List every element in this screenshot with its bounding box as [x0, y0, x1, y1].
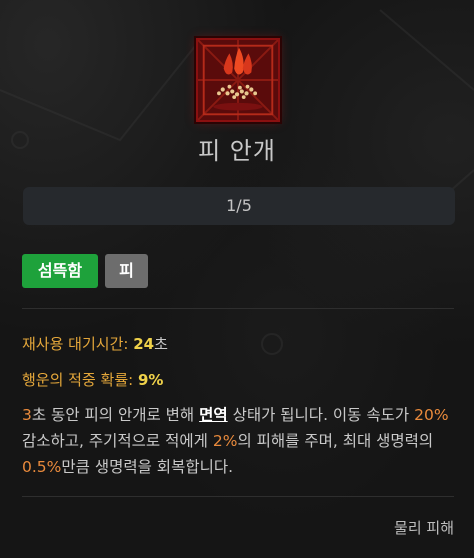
lucky-hit-stat: 행운의 적중 확률: 9% [22, 369, 163, 390]
skill-rank: 1/5 [23, 187, 455, 225]
description-text: 초 동안 피의 안개로 변해 [31, 406, 200, 424]
tag-blood: 피 [105, 254, 148, 288]
blood-mist-icon [198, 40, 278, 120]
description-text: 만큼 생명력을 회복합니다. [61, 458, 234, 476]
cooldown-stat: 재사용 대기시간: 24초 [22, 333, 168, 354]
cooldown-unit: 초 [154, 335, 168, 353]
skill-name: 피 안개 [198, 137, 276, 165]
cooldown-value: 24 [133, 335, 155, 353]
description-text: 상태가 됩니다. 이동 속도가 [227, 406, 415, 424]
description-text: 감소하고, 주기적으로 적에게 [22, 432, 213, 450]
keyword-immune[interactable]: 면역 [199, 406, 228, 424]
heal-value: 0.5% [22, 458, 62, 476]
cooldown-label: 재사용 대기시간: [22, 335, 129, 353]
damage-value: 2% [212, 432, 238, 450]
tag-chilling: 섬뜩함 [22, 254, 98, 288]
divider [22, 308, 454, 309]
lucky-hit-label: 행운의 적중 확률: [22, 371, 134, 389]
duration-value: 3 [22, 406, 32, 424]
divider [22, 496, 454, 497]
slow-value: 20% [414, 406, 449, 424]
description-text: 의 피해를 주며, 최대 생명력의 [237, 432, 434, 450]
skill-description: 3초 동안 피의 안개로 변해 면역 상태가 됩니다. 이동 속도가 20% 감… [22, 402, 462, 480]
lucky-hit-value: 9% [137, 371, 164, 389]
damage-type: 물리 피해 [394, 519, 454, 537]
skill-icon [196, 38, 280, 122]
